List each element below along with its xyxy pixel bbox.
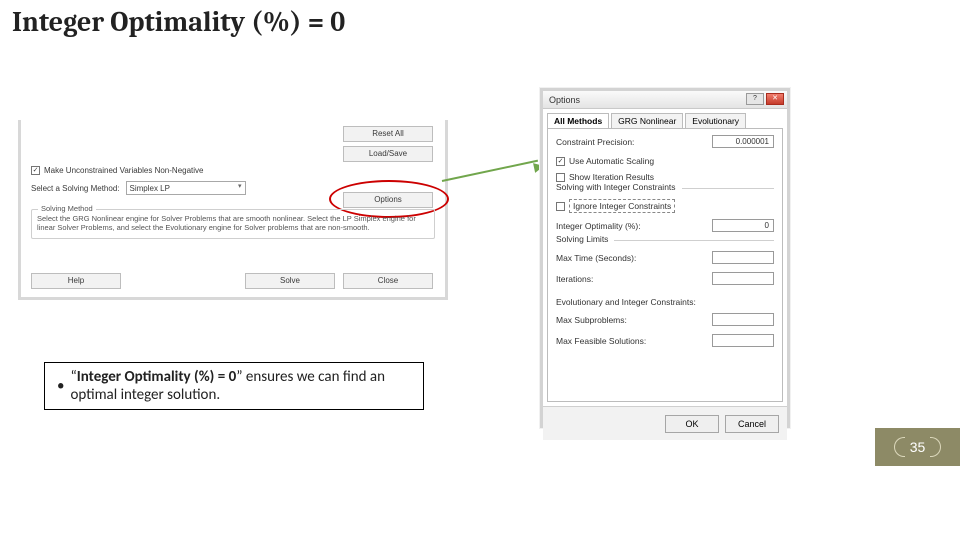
cancel-button[interactable]: Cancel: [725, 415, 779, 433]
nonneg-checkbox[interactable]: ✓: [31, 166, 40, 175]
group-evo-title: Evolutionary and Integer Constraints:: [556, 297, 696, 307]
slide-number: 35: [898, 439, 938, 455]
slide-number-badge: 35: [875, 428, 960, 466]
group-lim-title: Solving Limits: [556, 234, 614, 244]
help-button[interactable]: Help: [31, 273, 121, 289]
max-feas-label: Max Feasible Solutions:: [556, 336, 646, 346]
solve-button[interactable]: Solve: [245, 273, 335, 289]
nonneg-label: Make Unconstrained Variables Non-Negativ…: [44, 166, 204, 175]
method-label: Select a Solving Method:: [31, 184, 120, 193]
options-button[interactable]: Options: [343, 192, 433, 208]
dialog-title: Options: [549, 95, 580, 105]
group-int-title: Solving with Integer Constraints: [556, 182, 682, 192]
max-time-input[interactable]: [712, 251, 774, 264]
max-feas-input[interactable]: [712, 334, 774, 347]
dialog-titlebar: Options ? ✕: [543, 91, 787, 109]
max-time-label: Max Time (Seconds):: [556, 253, 636, 263]
method-value: Simplex LP: [130, 184, 170, 193]
solver-parameters-panel: Reset All Load/Save ✓ Make Unconstrained…: [18, 120, 448, 300]
help-window-button[interactable]: ?: [746, 93, 764, 105]
iterations-input[interactable]: [712, 272, 774, 285]
tab-body: Constraint Precision: 0.000001 ✓ Use Aut…: [547, 128, 783, 402]
ignore-int-label: Ignore Integer Constraints: [569, 199, 675, 213]
tab-grg-nonlinear[interactable]: GRG Nonlinear: [611, 113, 683, 128]
dialog-footer: OK Cancel: [543, 406, 787, 440]
group-evolutionary: Evolutionary and Integer Constraints: Ma…: [556, 293, 774, 347]
max-sub-label: Max Subproblems:: [556, 315, 627, 325]
ignore-int-checkbox[interactable]: [556, 202, 565, 211]
solving-method-group: Solving Method Select the GRG Nonlinear …: [31, 209, 435, 239]
group-integer-constraints: Solving with Integer Constraints Ignore …: [556, 188, 774, 232]
auto-scale-checkbox[interactable]: ✓: [556, 157, 565, 166]
close-window-button[interactable]: ✕: [766, 93, 784, 105]
ok-button[interactable]: OK: [665, 415, 719, 433]
arrow-line: [442, 160, 538, 182]
group-solving-limits: Solving Limits Max Time (Seconds): Itera…: [556, 240, 774, 285]
show-iter-label: Show Iteration Results: [569, 172, 654, 182]
precision-label: Constraint Precision:: [556, 137, 634, 147]
solving-method-title: Solving Method: [38, 204, 96, 213]
auto-scale-label: Use Automatic Scaling: [569, 156, 654, 166]
tabs: All Methods GRG Nonlinear Evolutionary: [543, 109, 787, 128]
tab-all-methods[interactable]: All Methods: [547, 113, 609, 128]
bullet-icon: •: [57, 377, 64, 395]
int-opt-label: Integer Optimality (%):: [556, 221, 641, 231]
options-dialog: Options ? ✕ All Methods GRG Nonlinear Ev…: [540, 88, 790, 428]
callout-text: “Integer Optimality (%) = 0” ensures we …: [70, 368, 411, 404]
callout-box: • “Integer Optimality (%) = 0” ensures w…: [44, 362, 424, 410]
close-button[interactable]: Close: [343, 273, 433, 289]
tab-evolutionary[interactable]: Evolutionary: [685, 113, 746, 128]
int-opt-input[interactable]: 0: [712, 219, 774, 232]
precision-input[interactable]: 0.000001: [712, 135, 774, 148]
method-select[interactable]: Simplex LP: [126, 181, 246, 195]
iterations-label: Iterations:: [556, 274, 593, 284]
show-iter-checkbox[interactable]: [556, 173, 565, 182]
load-save-button[interactable]: Load/Save: [343, 146, 433, 162]
slide-title: Integer Optimality (%) = 0: [12, 6, 345, 38]
reset-all-button[interactable]: Reset All: [343, 126, 433, 142]
max-sub-input[interactable]: [712, 313, 774, 326]
solving-method-desc: Select the GRG Nonlinear engine for Solv…: [37, 214, 416, 232]
